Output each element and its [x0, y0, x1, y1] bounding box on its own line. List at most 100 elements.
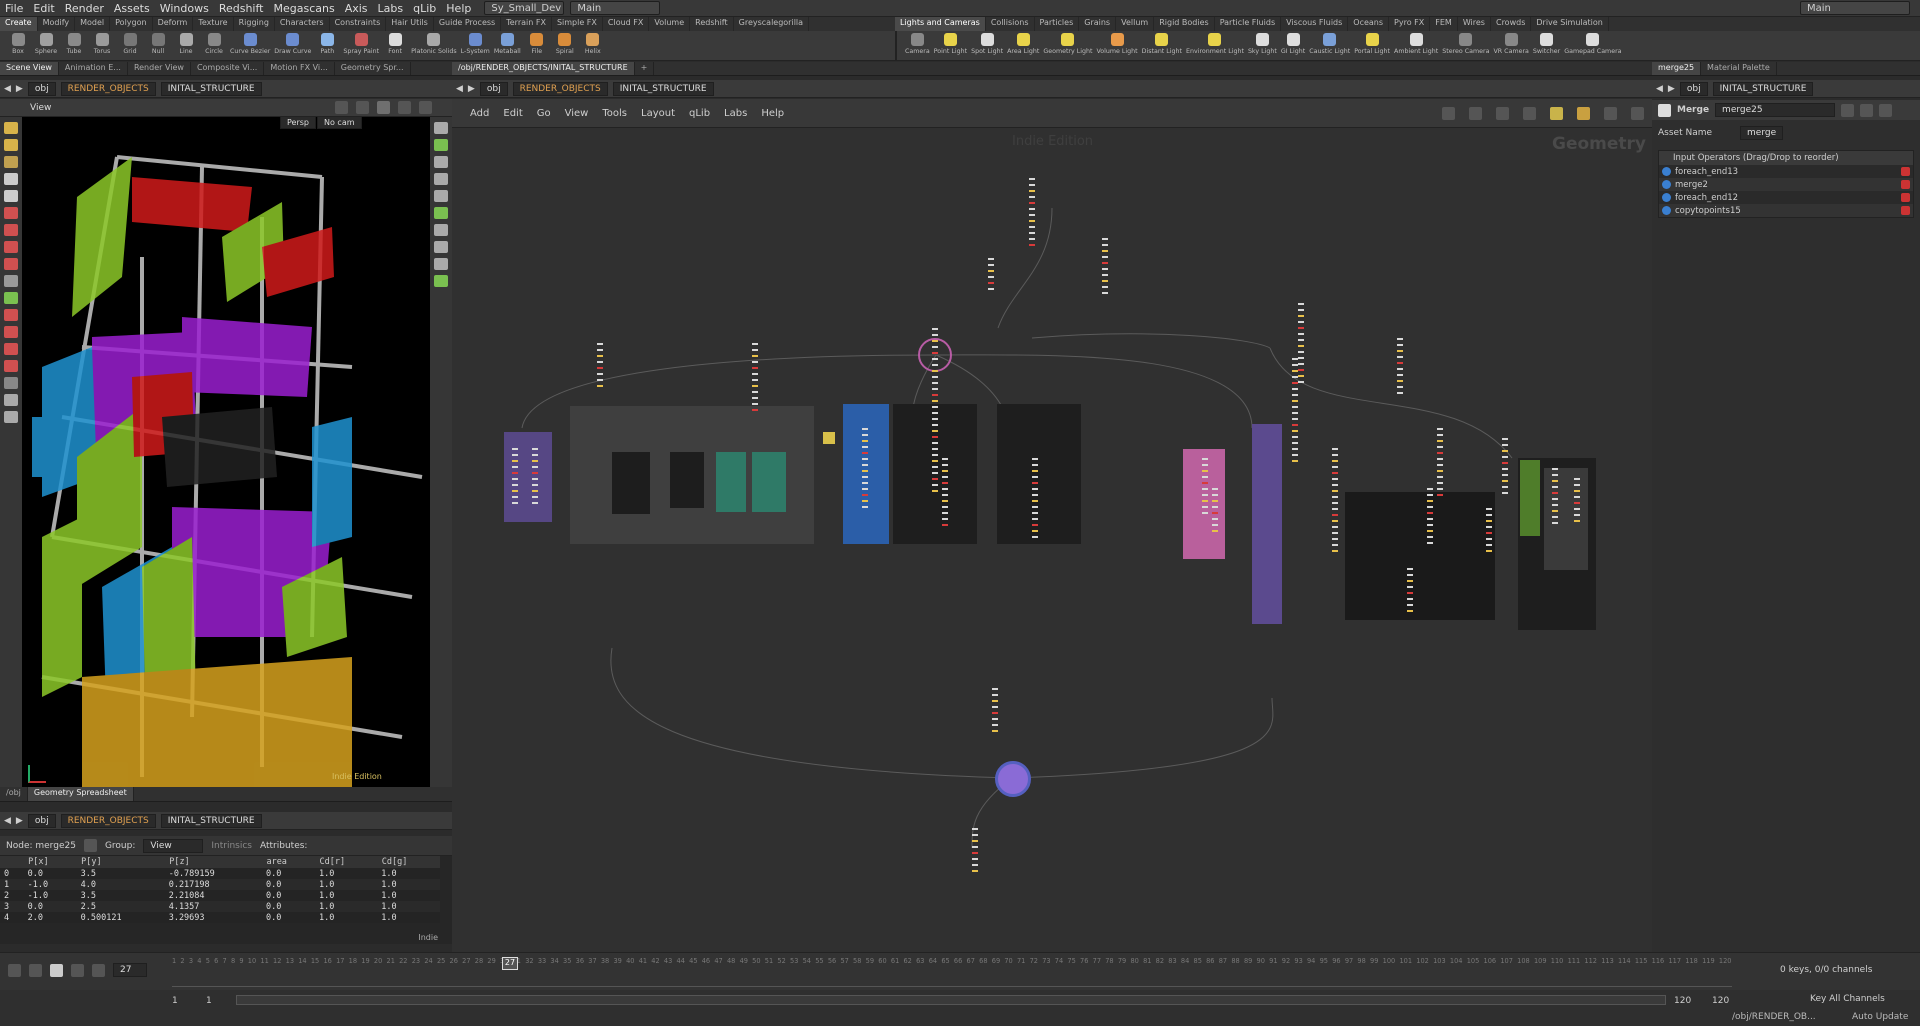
tool-right-2[interactable]: Spot Light [969, 31, 1005, 60]
sop-node[interactable] [752, 385, 758, 387]
display-icon-5[interactable] [434, 190, 448, 202]
sheet-path-obj[interactable]: obj [27, 813, 56, 828]
sop-node[interactable] [1486, 508, 1492, 510]
sop-node[interactable] [1574, 478, 1580, 480]
sop-node[interactable] [1212, 494, 1218, 496]
sop-node[interactable] [972, 870, 978, 872]
shelf-tab-right-13[interactable]: Drive Simulation [1531, 17, 1609, 31]
sop-node[interactable] [1332, 538, 1338, 540]
shelf-tab-right-10[interactable]: FEM [1430, 17, 1458, 31]
shelf-tab-11[interactable]: Terrain FX [501, 17, 552, 31]
sop-node[interactable] [1332, 544, 1338, 546]
lock-icon[interactable] [4, 190, 18, 202]
net-menu-tools[interactable]: Tools [602, 108, 627, 119]
sop-node[interactable] [1029, 232, 1035, 234]
net-menu-edit[interactable]: Edit [503, 108, 522, 119]
remove-input-icon[interactable] [1901, 193, 1910, 202]
sop-node[interactable] [1212, 530, 1218, 532]
sop-node[interactable] [1502, 474, 1508, 476]
menu-axis[interactable]: Axis [340, 2, 373, 15]
tool-1[interactable]: Sphere [32, 31, 60, 60]
sop-node[interactable] [1397, 386, 1403, 388]
sop-node[interactable] [1552, 480, 1558, 482]
sop-node[interactable] [1032, 482, 1038, 484]
sop-node[interactable] [752, 355, 758, 357]
display-icon-8[interactable] [434, 241, 448, 253]
view-tool-icon[interactable] [4, 275, 18, 287]
info-icon[interactable] [1631, 106, 1644, 120]
point-mode-icon[interactable] [83, 839, 97, 852]
sop-node[interactable] [512, 490, 518, 492]
tool-right-0[interactable]: Camera [903, 31, 932, 60]
sop-node[interactable] [932, 346, 938, 348]
sop-node[interactable] [1292, 358, 1298, 360]
remove-input-icon[interactable] [1901, 180, 1910, 189]
sop-node[interactable] [532, 448, 538, 450]
move-tool-icon[interactable] [4, 139, 18, 151]
sop-node[interactable] [932, 364, 938, 366]
sop-node[interactable] [1298, 345, 1304, 347]
gear-icon[interactable] [1841, 103, 1855, 117]
sop-node[interactable] [1298, 321, 1304, 323]
menu-render[interactable]: Render [60, 2, 109, 15]
sop-node[interactable] [972, 828, 978, 830]
sop-node[interactable] [988, 282, 994, 284]
playhead[interactable]: 27 [502, 957, 518, 970]
sop-node[interactable] [1552, 498, 1558, 500]
sop-node[interactable] [992, 730, 998, 732]
sop-node[interactable] [1298, 363, 1304, 365]
sop-node[interactable] [992, 706, 998, 708]
sop-node[interactable] [1574, 484, 1580, 486]
network-box-icon[interactable] [1577, 106, 1590, 120]
sop-node[interactable] [862, 470, 868, 472]
input-operator-row[interactable]: foreach_end12 [1659, 191, 1913, 204]
sop-node[interactable] [988, 276, 994, 278]
sop-node[interactable] [1552, 504, 1558, 506]
sop-node[interactable] [1212, 524, 1218, 526]
network-box-14[interactable] [1520, 460, 1540, 536]
display-icon-7[interactable] [434, 224, 448, 236]
sop-node[interactable] [862, 446, 868, 448]
sop-node[interactable] [932, 352, 938, 354]
tool-11[interactable]: Spray Paint [341, 31, 381, 60]
sop-node[interactable] [1202, 494, 1208, 496]
table-row[interactable]: 1 -1.0 4.0 0.217198 0.0 1.0 1.0 [0, 879, 440, 890]
sop-node[interactable] [1427, 542, 1433, 544]
sop-node[interactable] [1332, 550, 1338, 552]
sop-node[interactable] [932, 376, 938, 378]
display-icon-6[interactable] [434, 207, 448, 219]
sop-node[interactable] [1032, 470, 1038, 472]
flipbook-icon[interactable] [4, 411, 18, 423]
sop-node[interactable] [862, 500, 868, 502]
sop-node[interactable] [932, 358, 938, 360]
sop-node[interactable] [988, 288, 994, 290]
light-icon[interactable] [398, 101, 411, 114]
sop-node[interactable] [1486, 526, 1492, 528]
sop-node[interactable] [1102, 274, 1108, 276]
sop-node[interactable] [597, 355, 603, 357]
sop-node[interactable] [1032, 458, 1038, 460]
sop-node[interactable] [532, 478, 538, 480]
sop-node[interactable] [512, 460, 518, 462]
network-box-3[interactable] [612, 452, 650, 514]
grid-view-icon[interactable] [1523, 106, 1536, 120]
tool-right-3[interactable]: Area Light [1005, 31, 1041, 60]
sop-node[interactable] [752, 397, 758, 399]
sop-node[interactable] [512, 484, 518, 486]
sop-node[interactable] [1292, 382, 1298, 384]
sop-node[interactable] [932, 454, 938, 456]
sop-node[interactable] [1332, 490, 1338, 492]
menu-help[interactable]: Help [441, 2, 476, 15]
remove-input-icon[interactable] [1901, 206, 1910, 215]
sop-node[interactable] [932, 448, 938, 450]
param-path-obj[interactable]: obj [1679, 81, 1708, 96]
sop-node[interactable] [1437, 446, 1443, 448]
sop-node[interactable] [1332, 508, 1338, 510]
sop-node[interactable] [972, 864, 978, 866]
shelf-tab-10[interactable]: Guide Process [434, 17, 502, 31]
display-icon-3[interactable] [434, 156, 448, 168]
table-row[interactable]: 2 -1.0 3.5 2.21084 0.0 1.0 1.0 [0, 890, 440, 901]
sop-node[interactable] [1298, 327, 1304, 329]
sop-node[interactable] [1102, 280, 1108, 282]
path-initial-structure[interactable]: INITAL_STRUCTURE [160, 81, 262, 96]
